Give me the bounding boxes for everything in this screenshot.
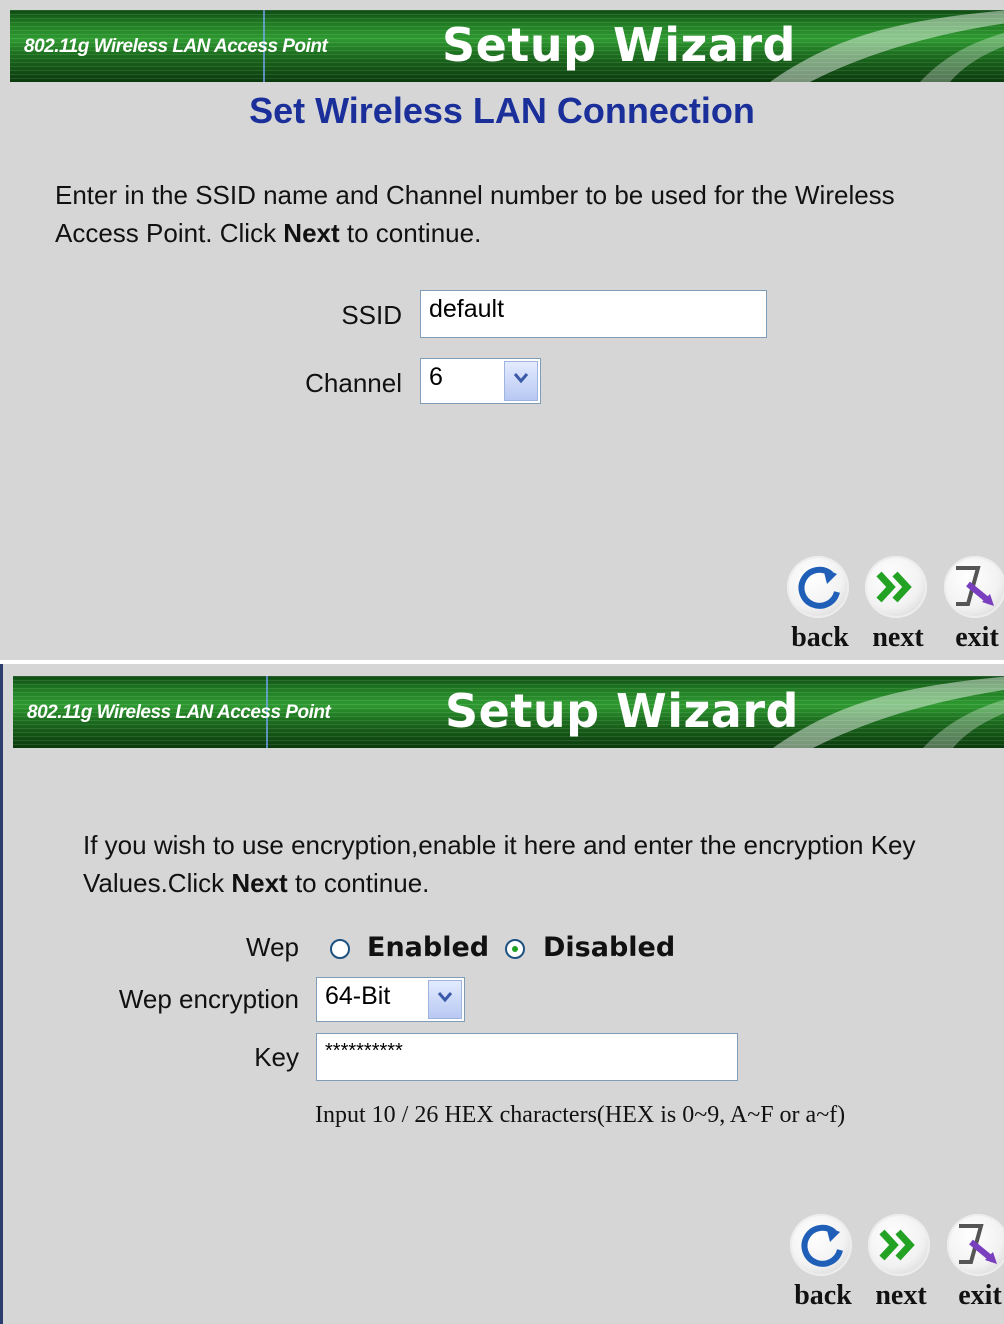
channel-label: Channel <box>305 368 402 398</box>
channel-select[interactable]: 6 <box>420 358 541 404</box>
brand-title: Setup Wizard <box>445 684 799 738</box>
instruction-text: Enter in the SSID name and Channel numbe… <box>55 176 935 252</box>
ssid-label: SSID <box>341 300 402 330</box>
wizard-banner: 802.11g Wireless LAN Access Point Setup … <box>10 10 1004 82</box>
back-button[interactable]: back <box>788 1214 858 1314</box>
key-input[interactable]: ********** <box>316 1033 738 1081</box>
key-label: Key <box>254 1042 299 1072</box>
chevron-down-icon[interactable] <box>428 980 462 1019</box>
instruction-text-pre: If you wish to use encryption,enable it … <box>83 830 916 898</box>
wep-enabled-label[interactable]: Enabled <box>367 932 489 963</box>
exit-button[interactable]: exit <box>945 1214 1004 1314</box>
wizard-panel-encryption: 802.11g Wireless LAN Access Point Setup … <box>0 664 1004 1324</box>
next-double-chevron-icon <box>879 1229 915 1261</box>
brand-title: Setup Wizard <box>442 18 796 72</box>
banner-swoosh-graphic <box>770 10 1004 82</box>
wizard-panel-wireless-lan: 802.11g Wireless LAN Access Point Setup … <box>0 0 1004 660</box>
back-circular-arrow-icon <box>798 566 840 609</box>
channel-select-value: 6 <box>429 363 443 391</box>
instruction-text-post: to continue. <box>287 868 430 898</box>
wep-encryption-select[interactable]: 64-Bit <box>316 977 465 1022</box>
next-double-chevron-icon <box>876 571 912 603</box>
instruction-text-bold: Next <box>231 868 288 898</box>
exit-button-label: exit <box>958 1280 1002 1311</box>
exit-door-arrow-icon <box>959 1224 997 1264</box>
exit-button[interactable]: exit <box>942 556 1004 656</box>
wep-enabled-radio[interactable] <box>330 939 350 959</box>
brand-subtitle: 802.11g Wireless LAN Access Point <box>24 36 328 57</box>
next-button[interactable]: next <box>866 1214 936 1314</box>
brand-subtitle: 802.11g Wireless LAN Access Point <box>27 702 331 723</box>
exit-button-label: exit <box>955 622 999 653</box>
ssid-input[interactable]: default <box>420 290 767 338</box>
banner-swoosh-graphic <box>773 676 1004 748</box>
back-button-label: back <box>791 622 849 653</box>
next-button[interactable]: next <box>863 556 933 656</box>
next-button-label: next <box>872 622 924 653</box>
instruction-text-bold: Next <box>283 218 340 248</box>
wep-encryption-label: Wep encryption <box>118 984 299 1014</box>
back-circular-arrow-icon <box>801 1224 843 1267</box>
exit-door-arrow-icon <box>956 566 994 606</box>
wep-disabled-label[interactable]: Disabled <box>543 932 675 963</box>
instruction-text-post: to continue. <box>339 218 482 248</box>
next-button-label: next <box>875 1280 927 1311</box>
wep-encryption-value: 64-Bit <box>325 982 391 1010</box>
wep-label: Wep <box>246 932 299 962</box>
instruction-text: If you wish to use encryption,enable it … <box>83 826 983 902</box>
page-heading: Set Wireless LAN Connection <box>249 90 755 131</box>
back-button-label: back <box>794 1280 852 1311</box>
wep-disabled-radio[interactable] <box>505 939 525 959</box>
chevron-down-icon[interactable] <box>504 361 538 401</box>
back-button[interactable]: back <box>785 556 855 656</box>
wizard-banner: 802.11g Wireless LAN Access Point Setup … <box>13 676 1004 748</box>
key-hint: Input 10 / 26 HEX characters(HEX is 0~9,… <box>315 1102 846 1128</box>
